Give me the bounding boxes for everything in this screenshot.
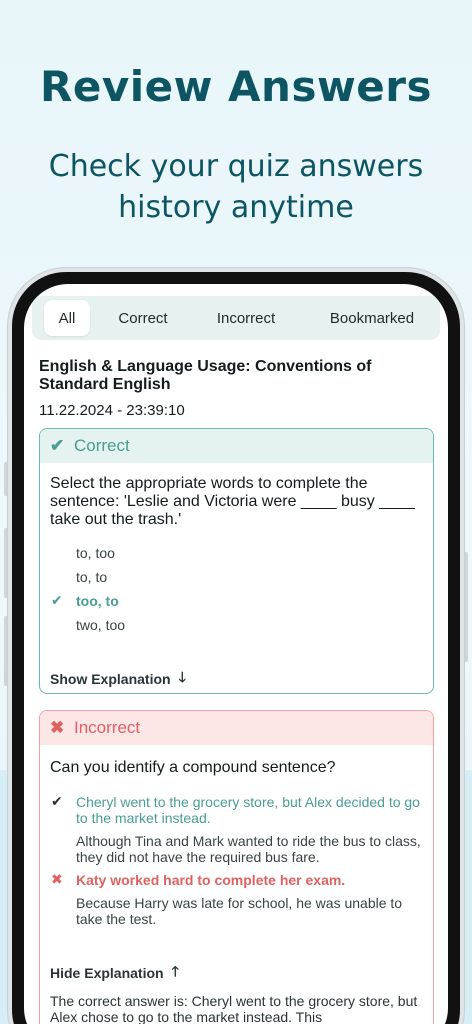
card-status-label: Correct	[74, 436, 130, 455]
quiz-date: 11.22.2024 - 23:39:10	[39, 402, 185, 419]
tab-correct[interactable]: Correct	[92, 300, 194, 336]
promo-subtitle-line-1: Check your quiz answers	[48, 149, 424, 184]
answer-option-correct: Cheryl went to the grocery store, but Al…	[76, 794, 420, 826]
explanation-text: The correct answer is: Cheryl went to th…	[50, 993, 418, 1024]
tab-incorrect[interactable]: Incorrect	[196, 300, 296, 336]
tab-bookmarked[interactable]: Bookmarked	[308, 300, 436, 336]
hide-explanation-label: Hide Explanation	[50, 965, 164, 981]
tab-all[interactable]: All	[44, 300, 90, 336]
hide-explanation-button[interactable]: Hide Explanation 🡑	[50, 961, 179, 985]
filter-tabs: All Correct Incorrect Bookmarked	[32, 296, 440, 340]
arrow-up-icon: 🡑	[171, 963, 179, 979]
show-explanation-label: Show Explanation	[50, 671, 171, 687]
x-icon: ✖	[50, 718, 65, 737]
app-screen: All Correct Incorrect Bookmarked English…	[24, 284, 448, 1024]
answer-option: to, to	[76, 569, 108, 585]
answer-option-selected-incorrect: Katy worked hard to complete her exam.	[76, 872, 346, 888]
check-icon: ✔	[50, 436, 65, 455]
phone-frame: All Correct Incorrect Bookmarked English…	[8, 268, 464, 1024]
arrow-down-icon: 🡓	[178, 669, 186, 685]
question-text: Select the appropriate words to complete…	[50, 475, 415, 528]
question-text: Can you identify a compound sentence?	[50, 759, 336, 776]
answer-option: Although Tina and Mark wanted to ride th…	[76, 833, 421, 865]
phone-bezel: All Correct Incorrect Bookmarked English…	[12, 272, 460, 1024]
answer-option: to, too	[76, 545, 115, 561]
quiz-title: English & Language Usage: Conventions of…	[39, 358, 372, 393]
card-status-header: ✖ Incorrect	[40, 711, 433, 745]
promo-title: Review Answers	[40, 62, 432, 111]
promo-subtitle-line-2: history anytime	[118, 190, 354, 225]
show-explanation-button[interactable]: Show Explanation 🡓	[50, 667, 186, 691]
card-status-header: ✔ Correct	[40, 429, 433, 463]
answer-option: two, too	[76, 617, 126, 633]
x-icon: ✖	[51, 872, 63, 888]
answer-card-correct: ✔ Correct Select the appropriate words t…	[39, 428, 434, 694]
answer-card-incorrect: ✖ Incorrect Can you identify a compound …	[39, 710, 434, 1024]
card-status-label: Incorrect	[74, 718, 141, 737]
check-icon: ✔	[51, 794, 63, 810]
answer-option-selected-correct: too, to	[76, 593, 119, 609]
promo-subtitle: Check your quiz answers history anytime	[20, 146, 452, 228]
answer-option: Because Harry was late for school, he wa…	[76, 895, 403, 927]
check-icon: ✔	[51, 593, 63, 609]
